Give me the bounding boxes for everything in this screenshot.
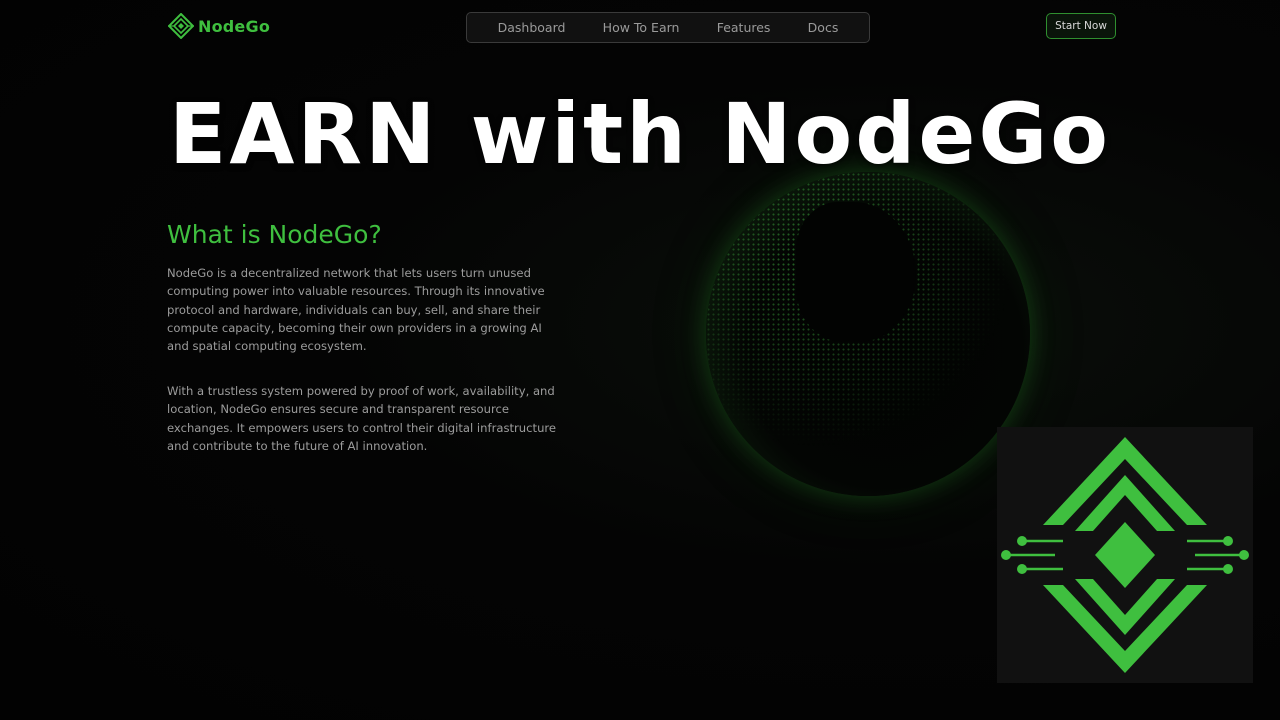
- page: NodeGo Dashboard How To Earn Features Do…: [0, 0, 1280, 720]
- nav-item-features[interactable]: Features: [717, 20, 771, 35]
- nodego-logo-card: [997, 427, 1253, 683]
- overlay-title: EARN with NodeGo: [169, 85, 1111, 183]
- brand-name: NodeGo: [198, 16, 271, 36]
- details-paragraph: With a trustless system powered by proof…: [167, 384, 557, 453]
- nav-item-how-to-earn[interactable]: How To Earn: [603, 20, 680, 35]
- nodego-large-logo-icon: [997, 437, 1253, 687]
- main-nav: Dashboard How To Earn Features Docs: [466, 12, 870, 43]
- nav-item-dashboard[interactable]: Dashboard: [498, 20, 566, 35]
- nodego-diamond-icon: [168, 13, 194, 39]
- globe-graphic: [706, 172, 1030, 496]
- brand-logo[interactable]: NodeGo: [168, 13, 270, 39]
- start-now-button[interactable]: Start Now: [1046, 13, 1116, 39]
- intro-paragraph: NodeGo is a decentralized network that l…: [167, 266, 545, 354]
- nav-item-docs[interactable]: Docs: [808, 20, 839, 35]
- globe-continent-shape: [796, 202, 916, 342]
- section-heading: What is NodeGo?: [167, 220, 382, 249]
